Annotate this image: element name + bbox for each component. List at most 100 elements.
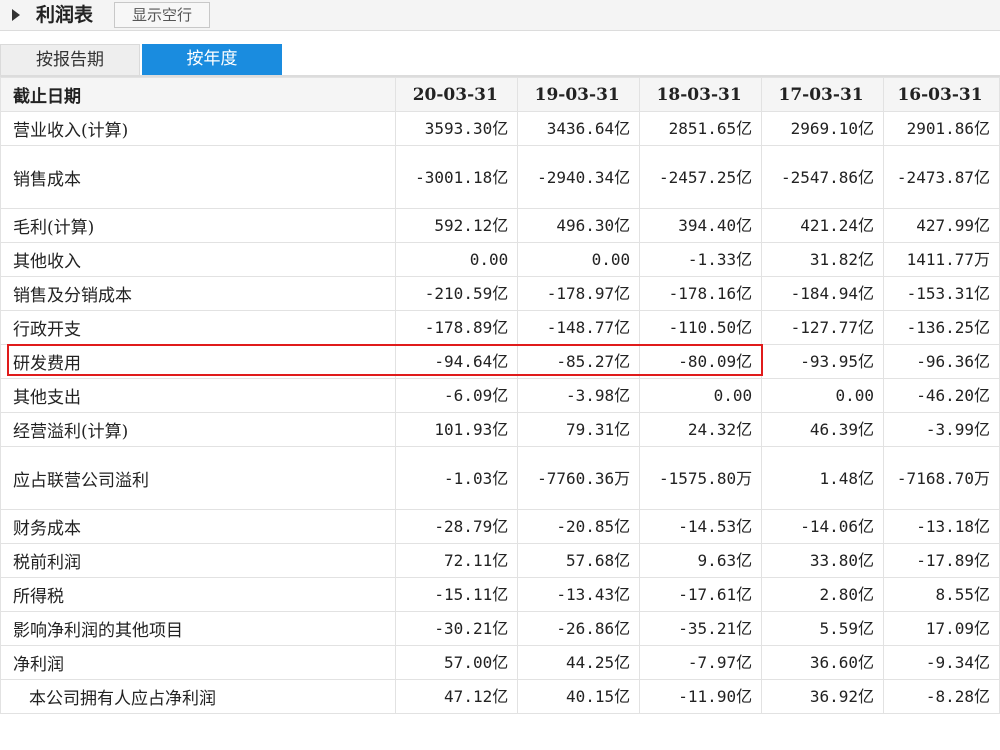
cell-value: -85.27亿 (517, 344, 641, 379)
row-label: 其他支出 (0, 378, 397, 413)
cell-value: 0.00 (517, 242, 641, 277)
period-tabs: 按报告期 按年度 (0, 44, 1000, 77)
row-label: 所得税 (0, 577, 397, 612)
table-row: 影响净利润的其他项目 -30.21亿 -26.86亿 -35.21亿 5.59亿… (0, 611, 1000, 646)
section-title: 利润表 (36, 4, 94, 26)
column-header: 18-03-31 (639, 77, 763, 112)
table-row: 所得税 -15.11亿 -13.43亿 -17.61亿 2.80亿 8.55亿 (0, 577, 1000, 612)
cell-value: -3.99亿 (883, 412, 1000, 447)
table-row: 销售及分销成本 -210.59亿 -178.97亿 -178.16亿 -184.… (0, 276, 1000, 311)
cell-value: 36.60亿 (761, 645, 885, 680)
cell-value: -20.85亿 (517, 509, 641, 544)
table-row: 毛利(计算) 592.12亿 496.30亿 394.40亿 421.24亿 4… (0, 208, 1000, 243)
cell-value: -7.97亿 (639, 645, 763, 680)
row-label: 税前利润 (0, 543, 397, 578)
cell-value: 5.59亿 (761, 611, 885, 646)
cell-value: -7168.70万 (883, 446, 1000, 510)
cell-value: -30.21亿 (395, 611, 519, 646)
cell-value: -9.34亿 (883, 645, 1000, 680)
cell-value: -153.31亿 (883, 276, 1000, 311)
column-header: 19-03-31 (517, 77, 641, 112)
cell-value: 3593.30亿 (395, 111, 519, 146)
cell-value: 394.40亿 (639, 208, 763, 243)
cell-value: -1575.80万 (639, 446, 763, 510)
cell-value: -184.94亿 (761, 276, 885, 311)
cell-value: -94.64亿 (395, 344, 519, 379)
cell-value: 8.55亿 (883, 577, 1000, 612)
cell-value: 17.09亿 (883, 611, 1000, 646)
cell-value: -2547.86亿 (761, 145, 885, 209)
cell-value: -178.89亿 (395, 310, 519, 345)
cell-value: -6.09亿 (395, 378, 519, 413)
table-row: 其他支出 -6.09亿 -3.98亿 0.00 0.00 -46.20亿 (0, 378, 1000, 413)
cell-value: 0.00 (761, 378, 885, 413)
cell-value: 31.82亿 (761, 242, 885, 277)
cell-value: 2901.86亿 (883, 111, 1000, 146)
table-row: 净利润 57.00亿 44.25亿 -7.97亿 36.60亿 -9.34亿 (0, 645, 1000, 680)
row-label: 经营溢利(计算) (0, 412, 397, 447)
cell-value: 2.80亿 (761, 577, 885, 612)
row-label: 研发费用 (0, 344, 397, 379)
cell-value: -178.16亿 (639, 276, 763, 311)
column-header: 20-03-31 (395, 77, 519, 112)
table-row: 销售成本 -3001.18亿 -2940.34亿 -2457.25亿 -2547… (0, 145, 1000, 209)
show-empty-rows-button[interactable]: 显示空行 (114, 2, 210, 28)
row-label: 本公司拥有人应占净利润 (0, 679, 397, 714)
cell-value: -136.25亿 (883, 310, 1000, 345)
cell-value: -15.11亿 (395, 577, 519, 612)
tab-by-year[interactable]: 按年度 (142, 44, 282, 75)
cell-value: -3.98亿 (517, 378, 641, 413)
cell-value: 57.68亿 (517, 543, 641, 578)
cell-value: 2851.65亿 (639, 111, 763, 146)
cell-value: 36.92亿 (761, 679, 885, 714)
cell-value: -210.59亿 (395, 276, 519, 311)
row-label: 其他收入 (0, 242, 397, 277)
cell-value: 47.12亿 (395, 679, 519, 714)
cell-value: 40.15亿 (517, 679, 641, 714)
cell-value: -96.36亿 (883, 344, 1000, 379)
cell-value: 592.12亿 (395, 208, 519, 243)
cell-value: -1.33亿 (639, 242, 763, 277)
table-row-highlighted: 研发费用 -94.64亿 -85.27亿 -80.09亿 -93.95亿 -96… (0, 344, 1000, 379)
cell-value: 2969.10亿 (761, 111, 885, 146)
row-label: 财务成本 (0, 509, 397, 544)
row-label: 销售成本 (0, 145, 397, 209)
row-label: 应占联营公司溢利 (0, 446, 397, 510)
table-row: 税前利润 72.11亿 57.68亿 9.63亿 33.80亿 -17.89亿 (0, 543, 1000, 578)
table-row: 行政开支 -178.89亿 -148.77亿 -110.50亿 -127.77亿… (0, 310, 1000, 345)
cell-value: -2940.34亿 (517, 145, 641, 209)
expand-triangle-icon[interactable] (12, 9, 20, 21)
cell-value: 9.63亿 (639, 543, 763, 578)
cell-value: -93.95亿 (761, 344, 885, 379)
cell-value: 1.48亿 (761, 446, 885, 510)
cell-value: -11.90亿 (639, 679, 763, 714)
cell-value: -35.21亿 (639, 611, 763, 646)
tab-by-report-period[interactable]: 按报告期 (0, 44, 140, 77)
column-header: 17-03-31 (761, 77, 885, 112)
cell-value: 0.00 (639, 378, 763, 413)
column-header: 16-03-31 (883, 77, 1000, 112)
row-label: 销售及分销成本 (0, 276, 397, 311)
cell-value: -3001.18亿 (395, 145, 519, 209)
cell-value: -7760.36万 (517, 446, 641, 510)
cell-value: -13.43亿 (517, 577, 641, 612)
cell-value: 1411.77万 (883, 242, 1000, 277)
cell-value: -80.09亿 (639, 344, 763, 379)
cell-value: 33.80亿 (761, 543, 885, 578)
table-row: 应占联营公司溢利 -1.03亿 -7760.36万 -1575.80万 1.48… (0, 446, 1000, 510)
income-statement-table: 截止日期 20-03-31 19-03-31 18-03-31 17-03-31… (0, 77, 1000, 714)
cell-value: -28.79亿 (395, 509, 519, 544)
row-label: 影响净利润的其他项目 (0, 611, 397, 646)
cell-value: -17.61亿 (639, 577, 763, 612)
table-header-row: 截止日期 20-03-31 19-03-31 18-03-31 17-03-31… (0, 77, 1000, 112)
cell-value: 0.00 (395, 242, 519, 277)
cell-value: 57.00亿 (395, 645, 519, 680)
cell-value: -178.97亿 (517, 276, 641, 311)
cell-value: 46.39亿 (761, 412, 885, 447)
cell-value: 421.24亿 (761, 208, 885, 243)
table-row: 营业收入(计算) 3593.30亿 3436.64亿 2851.65亿 2969… (0, 111, 1000, 146)
cell-value: 72.11亿 (395, 543, 519, 578)
table-row: 本公司拥有人应占净利润 47.12亿 40.15亿 -11.90亿 36.92亿… (0, 679, 1000, 714)
row-label: 营业收入(计算) (0, 111, 397, 146)
cell-value: 101.93亿 (395, 412, 519, 447)
